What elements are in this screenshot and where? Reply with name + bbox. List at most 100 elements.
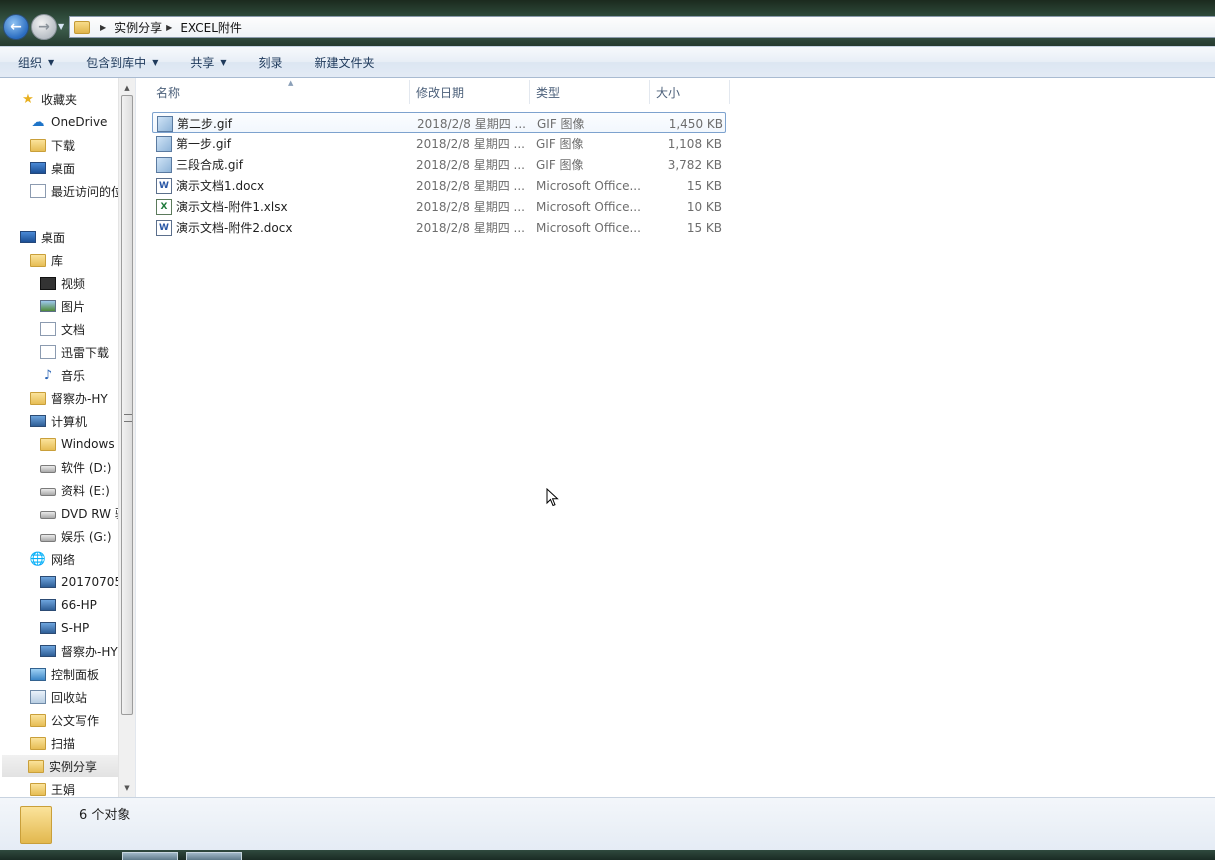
nav-recent[interactable]: 最近访问的位	[30, 180, 123, 202]
control-panel-icon	[30, 667, 46, 681]
nav-scan[interactable]: 扫描	[30, 732, 75, 754]
nav-label: 最近访问的位	[51, 184, 124, 199]
nav-downloads[interactable]: 下载	[30, 134, 75, 156]
desktop-icon	[30, 162, 46, 174]
folder-icon	[74, 20, 90, 34]
forward-button[interactable]: →	[31, 14, 57, 40]
nav-computer[interactable]: 计算机	[30, 410, 87, 432]
address-bar[interactable]: ▶ 实例分享 ▶ EXCEL附件	[69, 16, 1215, 38]
download-library-icon	[40, 345, 56, 359]
file-size: 15 KB	[686, 220, 722, 235]
nav-shili[interactable]: 实例分享	[2, 755, 118, 777]
nav-net-dudu[interactable]: 督察办-HY	[40, 640, 118, 662]
nav-dvd[interactable]: DVD RW 驱	[40, 502, 127, 524]
column-header-size[interactable]: 大小	[650, 80, 730, 104]
column-header-date[interactable]: 修改日期	[410, 80, 530, 104]
title-bar: ← → ▼ ▶ 实例分享 ▶ EXCEL附件	[0, 0, 1215, 46]
nav-label: 资料 (E:)	[61, 483, 110, 498]
nav-favorites[interactable]: ★ 收藏夹	[20, 88, 77, 110]
nav-pictures[interactable]: 图片	[40, 295, 85, 317]
nav-xunlei[interactable]: 迅雷下载	[40, 341, 109, 363]
nav-documents[interactable]: 文档	[40, 318, 85, 340]
burn-button[interactable]: 刻录	[241, 54, 297, 71]
file-size: 1,108 KB	[667, 136, 722, 151]
nav-label: 督察办-HY	[61, 644, 118, 659]
nav-label: 软件 (D:)	[61, 460, 112, 475]
nav-gongwen[interactable]: 公文写作	[30, 709, 99, 731]
nav-onedrive[interactable]: ☁ OneDrive	[30, 111, 108, 133]
user-folder-icon	[30, 391, 46, 405]
file-row[interactable]: 第一步.gif 2018/2/8 星期四 ... GIF 图像 1,108 KB	[152, 133, 726, 154]
nav-label: 收藏夹	[41, 92, 78, 107]
picture-icon	[40, 300, 56, 312]
scroll-up-icon[interactable]: ▲	[119, 80, 135, 96]
nav-videos[interactable]: 视频	[40, 272, 85, 294]
network-computer-icon	[40, 622, 56, 634]
nav-label: 娱乐 (G:)	[61, 529, 112, 544]
scroll-down-icon[interactable]: ▼	[119, 780, 135, 796]
navigation-scrollbar[interactable]: ▲ ▼	[118, 78, 135, 797]
nav-desktop-fav[interactable]: 桌面	[30, 157, 75, 179]
organize-label: 组织	[18, 55, 43, 70]
recent-pages-dropdown-icon[interactable]: ▼	[58, 22, 64, 31]
nav-net-20170705[interactable]: 20170705	[40, 571, 122, 593]
file-size: 1,450 KB	[668, 116, 723, 131]
hard-drive-icon	[40, 534, 56, 542]
nav-wangjuan[interactable]: 王娟	[30, 778, 75, 797]
column-header-name[interactable]: 名称 ▲	[150, 79, 410, 104]
nav-label: 回收站	[51, 690, 88, 705]
breadcrumb-item[interactable]: 实例分享	[114, 19, 162, 36]
nav-control-panel[interactable]: 控制面板	[30, 663, 99, 685]
nav-windows-drive[interactable]: Windows	[40, 433, 115, 455]
nav-libraries[interactable]: 库	[30, 249, 63, 271]
file-row[interactable]: W 演示文档-附件2.docx 2018/2/8 星期四 ... Microsof…	[152, 217, 726, 238]
breadcrumb-item[interactable]: EXCEL附件	[180, 19, 242, 36]
nav-drive-d[interactable]: 软件 (D:)	[40, 456, 111, 478]
navigation-pane: ★ 收藏夹 ☁ OneDrive 下载 桌面 最近访问的位 桌面 库 视频 图片 文…	[0, 78, 136, 797]
nav-music[interactable]: ♪ 音乐	[40, 364, 85, 386]
include-in-library-button[interactable]: 包含到库中 ▼	[68, 54, 172, 71]
nav-network[interactable]: 🌐 网络	[30, 548, 75, 570]
file-type: Microsoft Office...	[536, 220, 641, 235]
nav-label: DVD RW 驱	[61, 506, 127, 521]
file-row[interactable]: 三段合成.gif 2018/2/8 星期四 ... GIF 图像 3,782 K…	[152, 154, 726, 175]
nav-label: 迅雷下载	[61, 345, 110, 360]
file-name: 第二步.gif	[177, 117, 232, 131]
file-name-cell: 第一步.gif	[156, 133, 406, 154]
gif-image-icon	[157, 115, 173, 132]
nav-drive-g[interactable]: 娱乐 (G:)	[40, 525, 112, 547]
taskbar-button[interactable]	[186, 852, 242, 860]
taskbar-button[interactable]	[122, 852, 178, 860]
chevron-right-icon[interactable]: ▶	[166, 23, 172, 32]
nav-user[interactable]: 督察办-HY	[30, 387, 108, 409]
file-name-cell: X 演示文档-附件1.xlsx	[156, 196, 406, 217]
file-row[interactable]: X 演示文档-附件1.xlsx 2018/2/8 星期四 ... Microsof…	[152, 196, 726, 217]
file-list: 名称 ▲ 修改日期 类型 大小 第二步.gif 2018/2/8 星期四 ... …	[136, 78, 1215, 797]
chevron-right-icon[interactable]: ▶	[100, 23, 106, 32]
back-button[interactable]: ←	[3, 14, 29, 40]
file-size: 15 KB	[686, 178, 722, 193]
file-name: 第一步.gif	[176, 137, 231, 151]
windows-drive-icon	[40, 437, 56, 451]
network-computer-icon	[40, 645, 56, 657]
file-row[interactable]: 第二步.gif 2018/2/8 星期四 ... GIF 图像 1,450 KB	[152, 112, 726, 133]
word-document-icon: W	[156, 177, 172, 194]
nav-desktop[interactable]: 桌面	[20, 226, 65, 248]
file-row[interactable]: W 演示文档1.docx 2018/2/8 星期四 ... Microsoft O…	[152, 175, 726, 196]
nav-recycle-bin[interactable]: 回收站	[30, 686, 87, 708]
new-folder-button[interactable]: 新建文件夹	[297, 54, 389, 71]
document-icon	[40, 322, 56, 336]
nav-net-66hp[interactable]: 66-HP	[40, 594, 97, 616]
organize-button[interactable]: 组织 ▼	[0, 54, 68, 71]
nav-label: 控制面板	[51, 667, 100, 682]
nav-label: 下载	[51, 138, 76, 153]
nav-net-shp[interactable]: S-HP	[40, 617, 89, 639]
nav-drive-e[interactable]: 资料 (E:)	[40, 479, 110, 501]
recent-places-icon	[30, 184, 46, 198]
share-button[interactable]: 共享 ▼	[172, 54, 240, 71]
column-header-type[interactable]: 类型	[530, 80, 650, 104]
gif-image-icon	[156, 156, 172, 173]
scrollbar-thumb[interactable]	[121, 95, 133, 715]
new-folder-label: 新建文件夹	[314, 55, 375, 70]
library-icon	[30, 253, 46, 267]
